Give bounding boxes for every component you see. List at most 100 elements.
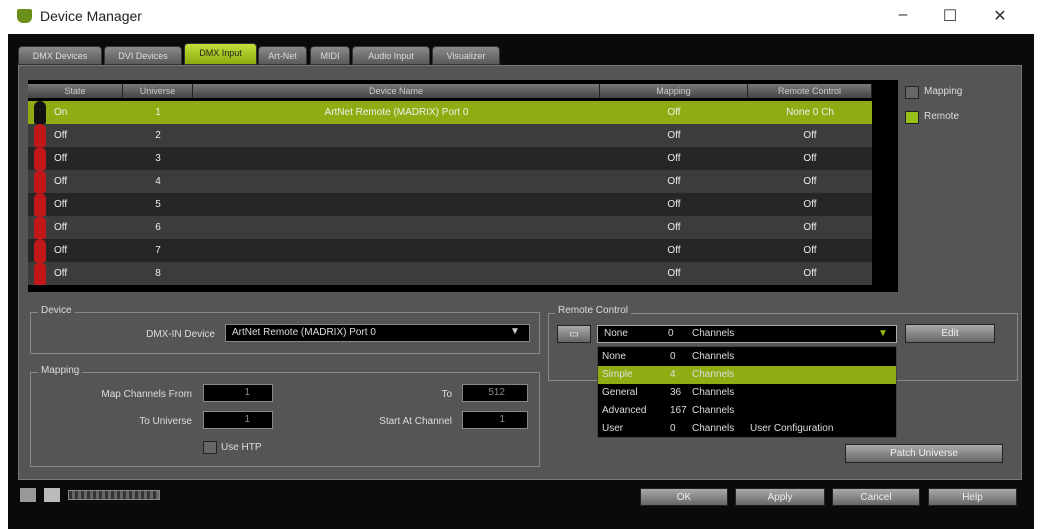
cell-remote-control: Off	[803, 268, 817, 279]
cell-state: Off	[54, 268, 68, 279]
maximize-button[interactable]: ☐	[935, 6, 965, 26]
cell-state: On	[54, 107, 68, 118]
map-from-label: Map Channels From	[101, 389, 192, 400]
monitor-icon[interactable]	[44, 488, 60, 502]
dropdown-option[interactable]: Simple 4 Channels	[598, 366, 896, 384]
option-count: 0	[670, 351, 676, 362]
cell-universe: 1	[155, 107, 161, 118]
state-lamp-icon	[34, 193, 46, 216]
to-universe-stepper[interactable]: 1	[203, 411, 273, 429]
close-button[interactable]: ✕	[985, 6, 1015, 26]
device-group-label: Device	[38, 305, 75, 316]
start-channel-stepper[interactable]: 1	[462, 411, 528, 429]
cell-remote-control: Off	[803, 199, 817, 210]
dmx-in-device-select[interactable]: ArtNet Remote (MADRIX) Port 0	[225, 324, 530, 342]
option-unit: Channels	[692, 387, 735, 398]
minimize-button[interactable]: –	[888, 6, 918, 24]
state-lamp-icon	[34, 170, 46, 193]
option-count: 4	[670, 369, 676, 380]
option-name: Simple	[602, 369, 633, 380]
option-name: Advanced	[602, 405, 647, 416]
patch-universe-button[interactable]: Patch Universe	[845, 444, 1003, 463]
cell-state: Off	[54, 130, 68, 141]
edit-label: Edit	[941, 328, 959, 339]
use-htp-label: Use HTP	[221, 442, 262, 453]
header-mapping[interactable]: Mapping	[600, 84, 748, 98]
cell-mapping: Off	[667, 153, 681, 164]
dropdown-option[interactable]: Advanced 167 Channels	[598, 402, 896, 420]
option-count: 36	[670, 387, 682, 398]
option-name: General	[602, 387, 638, 398]
cell-mapping: Off	[667, 222, 681, 233]
ok-button[interactable]: OK	[640, 488, 728, 506]
mapping-group-label: Mapping	[38, 365, 83, 376]
tab-dmx-input[interactable]: DMX Input	[184, 43, 257, 65]
header-universe[interactable]: Universe	[123, 84, 193, 98]
table-row[interactable]: Off 4 Off Off	[28, 170, 872, 193]
mapping-checkbox[interactable]	[905, 86, 919, 99]
map-to-stepper[interactable]: 512	[462, 384, 528, 402]
map-from-stepper[interactable]: 1	[203, 384, 273, 402]
table-row[interactable]: Off 6 Off Off	[28, 216, 872, 239]
remote-control-select[interactable]: None 0 Channels ▼	[597, 325, 897, 343]
option-unit: Channels	[692, 405, 735, 416]
option-unit: Channels	[692, 351, 735, 362]
cell-remote-control: Off	[803, 153, 817, 164]
table-row[interactable]: On 1 ArtNet Remote (MADRIX) Port 0 Off N…	[28, 101, 872, 124]
header-device-name[interactable]: Device Name	[193, 84, 600, 98]
cell-state: Off	[54, 222, 68, 233]
tab-dmx-devices[interactable]: DMX Devices	[18, 46, 102, 65]
cell-state: Off	[54, 199, 68, 210]
progress-indicator	[68, 490, 160, 500]
cell-universe: 3	[155, 153, 161, 164]
table-row[interactable]: Off 2 Off Off	[28, 124, 872, 147]
edit-button[interactable]: Edit	[905, 324, 995, 343]
header-remote-control[interactable]: Remote Control	[748, 84, 872, 98]
dmx-in-device-label: DMX-IN Device	[146, 329, 215, 340]
state-lamp-icon	[34, 216, 46, 239]
header-state[interactable]: State	[28, 84, 123, 98]
chevron-down-icon: ▼	[878, 328, 888, 339]
window-title: Device Manager	[40, 8, 142, 24]
tab-art-net[interactable]: Art-Net	[258, 46, 307, 65]
table-row[interactable]: Off 5 Off Off	[28, 193, 872, 216]
cancel-button[interactable]: Cancel	[832, 488, 920, 506]
use-htp-checkbox[interactable]	[203, 441, 217, 454]
option-count: 167	[670, 405, 687, 416]
tab-dvi-devices[interactable]: DVI Devices	[104, 46, 182, 65]
to-universe-label: To Universe	[139, 416, 192, 427]
dropdown-option[interactable]: General 36 Channels	[598, 384, 896, 402]
table-row[interactable]: Off 3 Off Off	[28, 147, 872, 170]
tab-visualizer[interactable]: Visualizer	[432, 46, 500, 65]
settings-icon[interactable]	[20, 488, 36, 502]
state-lamp-icon	[34, 262, 46, 285]
cell-universe: 7	[155, 245, 161, 256]
dropdown-option[interactable]: User 0 Channels User Configuration	[598, 420, 896, 438]
selected-count: 0	[668, 328, 674, 339]
state-lamp-icon	[34, 124, 46, 147]
cell-universe: 4	[155, 176, 161, 187]
option-count: 0	[670, 423, 676, 434]
remote-checkbox[interactable]	[905, 111, 919, 124]
cell-mapping: Off	[667, 199, 681, 210]
cell-device-name	[193, 147, 600, 170]
tab-midi[interactable]: MIDI	[310, 46, 350, 65]
table-row[interactable]: Off 8 Off Off	[28, 262, 872, 285]
tab-audio-input[interactable]: Audio Input	[352, 46, 430, 65]
cell-device-name: ArtNet Remote (MADRIX) Port 0	[324, 107, 469, 118]
table-row[interactable]: Off 7 Off Off	[28, 239, 872, 262]
cell-remote-control: Off	[803, 176, 817, 187]
option-name: User	[602, 423, 624, 434]
remote-load-button[interactable]: ▭	[557, 325, 591, 343]
chevron-down-icon: ▼	[510, 326, 520, 337]
dropdown-option[interactable]: None 0 Channels	[598, 348, 896, 366]
start-channel-label: Start At Channel	[379, 416, 452, 427]
apply-button[interactable]: Apply	[735, 488, 825, 506]
folder-icon: ▭	[569, 329, 579, 340]
cell-device-name	[193, 170, 600, 193]
cell-universe: 8	[155, 268, 161, 279]
mapping-checkbox-label: Mapping	[924, 86, 963, 97]
help-button[interactable]: Help	[928, 488, 1017, 506]
cell-remote-control: Off	[803, 130, 817, 141]
cell-device-name	[193, 124, 600, 147]
